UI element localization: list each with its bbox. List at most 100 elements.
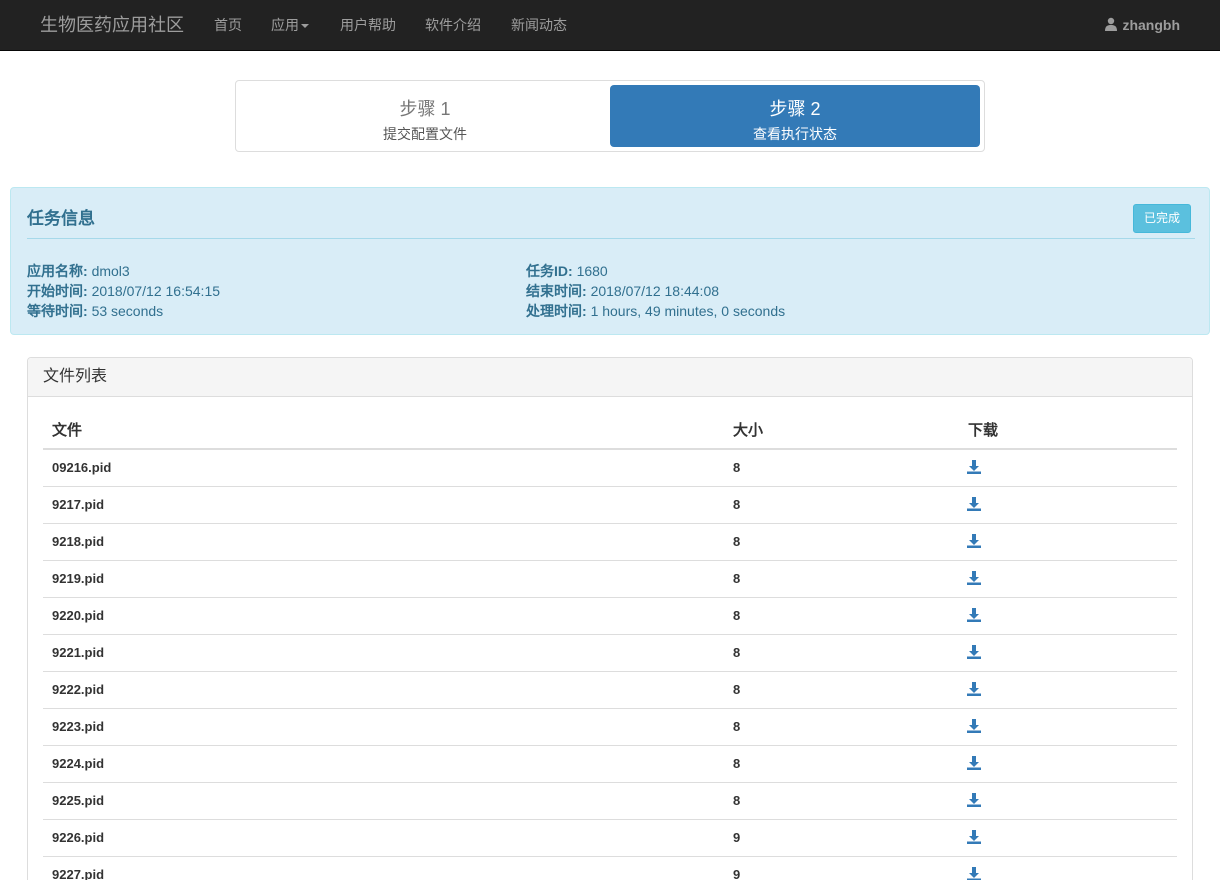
download-cell (959, 634, 1177, 672)
table-row: 9226.pid 9 (43, 819, 1177, 857)
divider (27, 238, 1195, 239)
file-list-panel: 文件列表 文件 大小 下载 09216.pid 8 9217.pid 8 9218.pi… (27, 357, 1193, 880)
table-row: 9220.pid 8 (43, 597, 1177, 635)
download-cell (959, 671, 1177, 709)
file-name: 9219.pid (43, 560, 724, 598)
table-row: 9224.pid 8 (43, 745, 1177, 783)
file-name: 9226.pid (43, 819, 724, 857)
col-download: 下载 (959, 410, 1177, 450)
download-cell (959, 523, 1177, 561)
file-size: 8 (724, 449, 959, 487)
app-name-row: 应用名称: dmol3 (27, 261, 130, 281)
file-size: 8 (724, 671, 959, 709)
download-cell (959, 708, 1177, 746)
file-size: 8 (724, 597, 959, 635)
download-icon[interactable] (967, 570, 981, 585)
download-cell (959, 449, 1177, 487)
table-row: 9223.pid 8 (43, 708, 1177, 746)
file-name: 9217.pid (43, 486, 724, 524)
app-name-label: 应用名称: (27, 263, 88, 279)
wait-time-label: 等待时间: (27, 303, 88, 319)
download-icon[interactable] (967, 866, 981, 880)
download-icon[interactable] (967, 718, 981, 733)
wait-time-value: 53 seconds (91, 303, 164, 319)
nav-software-intro[interactable]: 软件介绍 (425, 0, 481, 50)
download-icon[interactable] (967, 755, 981, 770)
table-row: 9227.pid 9 (43, 856, 1177, 880)
file-name: 9220.pid (43, 597, 724, 635)
task-info-panel: 任务信息 已完成 应用名称: dmol3 开始时间: 2018/07/12 16… (10, 187, 1210, 335)
user-icon (1105, 17, 1118, 31)
file-size: 9 (724, 819, 959, 857)
step-2-subtitle: 查看执行状态 (753, 126, 837, 142)
nav-user-help[interactable]: 用户帮助 (340, 0, 396, 50)
username: zhangbh (1122, 17, 1180, 33)
end-time-value: 2018/07/12 18:44:08 (590, 283, 720, 299)
nav-home[interactable]: 首页 (214, 0, 242, 50)
wait-time-row: 等待时间: 53 seconds (27, 301, 163, 321)
nav-apps-dropdown[interactable]: 应用 (271, 0, 309, 50)
step-2[interactable]: 步骤 2 查看执行状态 (610, 85, 980, 147)
col-size: 大小 (724, 410, 959, 450)
user-menu[interactable]: zhangbh (1104, 0, 1180, 50)
table-row: 9217.pid 8 (43, 486, 1177, 524)
col-file: 文件 (43, 410, 724, 450)
file-size: 8 (724, 708, 959, 746)
download-cell (959, 782, 1177, 820)
file-size: 8 (724, 745, 959, 783)
step-2-title: 步骤 2 (769, 99, 821, 119)
file-name: 09216.pid (43, 449, 724, 487)
table-row: 9222.pid 8 (43, 671, 1177, 709)
download-icon[interactable] (967, 496, 981, 511)
process-time-label: 处理时间: (526, 303, 587, 319)
file-size: 8 (724, 486, 959, 524)
download-icon[interactable] (967, 644, 981, 659)
step-1-subtitle: 提交配置文件 (383, 126, 467, 142)
task-info-title: 任务信息 (27, 209, 95, 228)
file-size: 8 (724, 782, 959, 820)
table-row: 9221.pid 8 (43, 634, 1177, 672)
step-wizard: 步骤 1 提交配置文件 步骤 2 查看执行状态 (235, 80, 985, 152)
download-icon[interactable] (967, 829, 981, 844)
table-header-row: 文件 大小 下载 (43, 410, 1177, 450)
file-name: 9224.pid (43, 745, 724, 783)
start-time-label: 开始时间: (27, 283, 88, 299)
download-icon[interactable] (967, 459, 981, 474)
caret-down-icon (301, 24, 309, 29)
start-time-value: 2018/07/12 16:54:15 (91, 283, 221, 299)
file-name: 9223.pid (43, 708, 724, 746)
file-name: 9225.pid (43, 782, 724, 820)
download-icon[interactable] (967, 533, 981, 548)
end-time-row: 结束时间: 2018/07/12 18:44:08 (526, 281, 719, 301)
file-name: 9218.pid (43, 523, 724, 561)
file-list-title: 文件列表 (28, 358, 1192, 397)
table-row: 9225.pid 8 (43, 782, 1177, 820)
nav-news[interactable]: 新闻动态 (511, 0, 567, 50)
download-cell (959, 597, 1177, 635)
end-time-label: 结束时间: (526, 283, 587, 299)
step-1-title: 步骤 1 (399, 99, 451, 119)
status-button[interactable]: 已完成 (1132, 204, 1191, 233)
task-id-row: 任务ID: 1680 (526, 261, 608, 281)
app-name-value: dmol3 (91, 263, 130, 279)
download-cell (959, 486, 1177, 524)
download-icon[interactable] (967, 607, 981, 622)
task-id-value: 1680 (576, 263, 608, 279)
table-row: 9218.pid 8 (43, 523, 1177, 561)
table-row: 09216.pid 8 (43, 449, 1177, 487)
step-1[interactable]: 步骤 1 提交配置文件 (240, 85, 610, 147)
file-size: 8 (724, 634, 959, 672)
brand-link[interactable]: 生物医药应用社区 (40, 0, 184, 50)
download-icon[interactable] (967, 681, 981, 696)
process-time-value: 1 hours, 49 minutes, 0 seconds (590, 303, 786, 319)
top-navbar: 生物医药应用社区 首页 应用 用户帮助 软件介绍 新闻动态 zhangbh (0, 0, 1220, 51)
task-id-label: 任务ID: (526, 263, 573, 279)
download-cell (959, 819, 1177, 857)
download-cell (959, 560, 1177, 598)
file-table: 文件 大小 下载 09216.pid 8 9217.pid 8 9218.pid 8 921… (43, 410, 1177, 880)
file-name: 9227.pid (43, 856, 724, 880)
download-icon[interactable] (967, 792, 981, 807)
download-cell (959, 856, 1177, 880)
table-row: 9219.pid 8 (43, 560, 1177, 598)
process-time-row: 处理时间: 1 hours, 49 minutes, 0 seconds (526, 301, 785, 321)
